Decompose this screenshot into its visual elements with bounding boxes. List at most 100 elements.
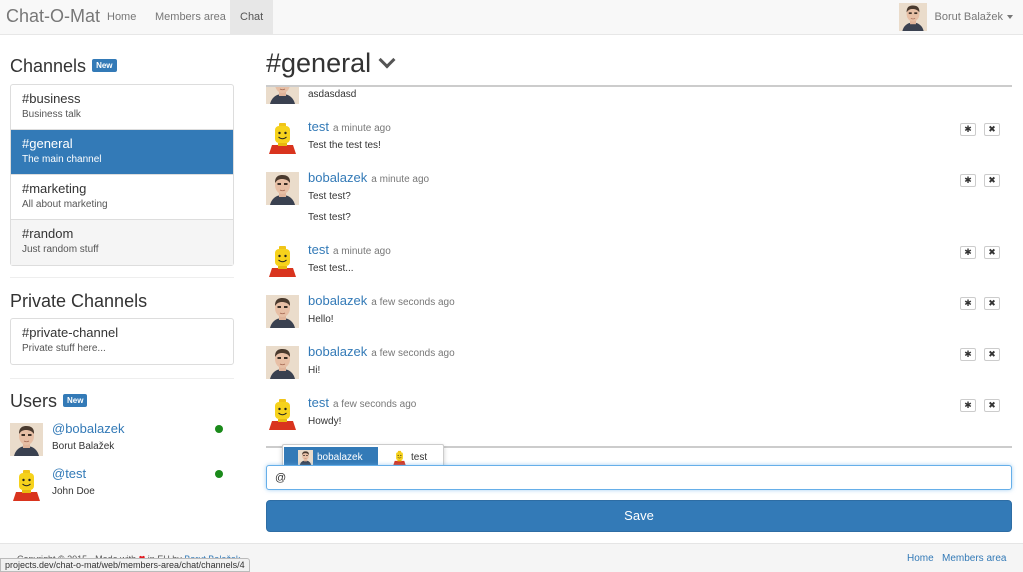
nav-chat[interactable]: Chat [230,0,274,34]
message-time: a few seconds ago [332,399,417,410]
message-input[interactable] [266,465,1012,490]
message-author[interactable]: bobalazek [308,170,367,185]
message-author[interactable]: bobalazek [308,293,367,308]
private-channels-heading: Private Channels [10,291,148,311]
message-author-line: bobalazek a few seconds ago [308,344,455,359]
avatar [266,397,299,430]
users-heading: Users New [10,391,88,412]
close-icon[interactable]: ✖ [984,246,1000,259]
message-text: asdasdasd [308,89,357,100]
avatar [266,295,299,328]
avatar [266,121,299,154]
message-text: Test test? [308,191,351,202]
message-author-line: test a minute ago [308,242,391,257]
brand-logo[interactable]: Chat-O-Mat [6,6,100,27]
message: test a minute ago Test test... ✱ ✖ [266,242,1012,286]
user-menu-name: Borut Balažek [934,11,1003,23]
channel-desc: Business talk [22,109,81,120]
channel-title-text: #general [266,48,372,78]
nav-home[interactable]: Home [97,0,146,34]
user-handle[interactable]: @test [52,466,86,481]
channel-desc: Private stuff here... [22,343,106,354]
divider [10,378,234,379]
user-menu[interactable]: Borut Balažek [899,3,1013,31]
channel-item-business[interactable]: #business Business talk [11,85,233,130]
gear-icon[interactable]: ✱ [960,174,976,187]
avatar [266,244,299,277]
channel-name: #marketing [22,181,87,196]
message-list[interactable]: asdasdasd test a minute ago Test the test… [266,85,1012,448]
channel-desc: The main channel [22,154,102,165]
gear-icon[interactable]: ✱ [960,123,976,136]
gear-icon[interactable]: ✱ [960,246,976,259]
message-text: Hello! [308,314,334,325]
avatar [266,172,299,205]
mention-label: bobalazek [317,452,363,463]
message-author-line: bobalazek a minute ago [308,170,429,185]
message-author[interactable]: test [308,119,329,134]
message-time: a few seconds ago [371,297,455,308]
channel-name: #general [22,136,73,151]
divider [10,277,234,278]
message-text: Test the test tes! [308,140,381,151]
save-button[interactable]: Save [266,500,1012,532]
channel-item-private-channel[interactable]: #private-channel Private stuff here... [11,319,233,364]
gear-icon[interactable]: ✱ [960,399,976,412]
gear-icon[interactable]: ✱ [960,348,976,361]
online-status-icon [215,425,223,433]
browser-status-url: projects.dev/chat-o-mat/web/members-area… [0,558,250,572]
user-item-test[interactable]: @test John Doe [10,466,234,506]
message-author-line: test a minute ago [308,119,391,134]
footer-link-members-area[interactable]: Members area [942,553,1006,564]
avatar [899,3,927,31]
message-author-line: test a few seconds ago [308,395,416,410]
message: test a minute ago Test the test tes! ✱ ✖ [266,119,1012,163]
close-icon[interactable]: ✖ [984,399,1000,412]
close-icon[interactable]: ✖ [984,348,1000,361]
channel-item-marketing[interactable]: #marketing All about marketing [11,175,233,220]
message-author-line: bobalazek a few seconds ago [308,293,455,308]
message-author[interactable]: test [308,242,329,257]
channel-title[interactable]: #general [266,48,396,79]
avatar [266,346,299,379]
message: bobalazek a minute ago Test test? Test te… [266,170,1012,236]
new-user-badge[interactable]: New [63,393,88,407]
channel-desc: All about marketing [22,199,108,210]
message: bobalazek a few seconds ago Hi! ✱ ✖ [266,344,1012,388]
new-channel-badge[interactable]: New [92,58,117,72]
channel-list: #business Business talk #general The mai… [10,84,234,266]
user-real-name: John Doe [52,486,95,497]
channel-name: #random [22,226,74,241]
message-author[interactable]: bobalazek [308,344,367,359]
message-time: a few seconds ago [371,348,455,359]
user-item-bobalazek[interactable]: @bobalazek Borut Balažek [10,421,234,461]
channel-item-general[interactable]: #general The main channel [11,130,233,175]
channel-name: #business [22,91,81,106]
avatar [266,85,299,104]
close-icon[interactable]: ✖ [984,123,1000,136]
navbar: Chat-O-Mat Home Members area Chat Borut … [0,0,1023,35]
caret-down-icon [1007,15,1013,19]
message-time: a minute ago [332,246,391,257]
message: bobalazek a few seconds ago Hello! ✱ ✖ [266,293,1012,337]
nav-members-area[interactable]: Members area [145,0,236,34]
channel-item-random[interactable]: #random Just random stuff [11,220,233,265]
avatar [298,450,313,465]
private-channel-list: #private-channel Private stuff here... [10,318,234,365]
avatar [10,423,43,456]
online-status-icon [215,470,223,478]
chevron-down-icon[interactable] [378,51,396,69]
message-text: Test test... [308,263,354,274]
footer-link-home[interactable]: Home [907,553,934,564]
message-text: Howdy! [308,416,342,427]
message-author[interactable]: test [308,395,329,410]
close-icon[interactable]: ✖ [984,297,1000,310]
gear-icon[interactable]: ✱ [960,297,976,310]
close-icon[interactable]: ✖ [984,174,1000,187]
channels-heading-text: Channels [10,56,87,76]
channels-heading: Channels New [10,56,117,77]
channel-desc: Just random stuff [22,244,99,255]
user-real-name: Borut Balažek [52,441,115,452]
user-handle[interactable]: @bobalazek [52,421,124,436]
users-heading-text: Users [10,391,58,411]
